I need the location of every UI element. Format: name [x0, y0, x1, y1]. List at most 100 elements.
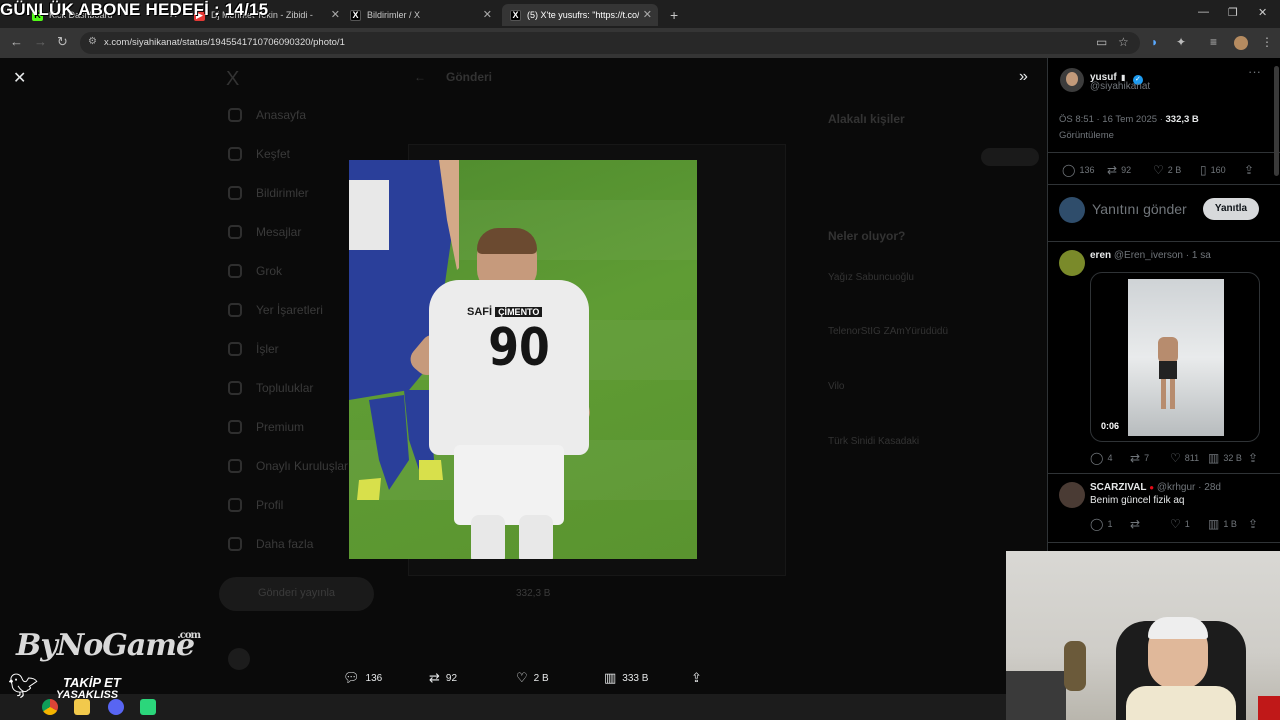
x-logo-icon: X — [350, 9, 361, 21]
close-photo-icon[interactable]: ✕ — [13, 68, 26, 88]
reply-stat-views[interactable]: ▥ 32 B — [1208, 451, 1242, 465]
reply-stat-reposts[interactable]: ⇄ 7 — [1130, 451, 1149, 465]
handle-overlay: YASAKLISS — [56, 689, 119, 701]
file-explorer-icon[interactable] — [74, 699, 90, 715]
bg-back-icon: ← — [414, 70, 426, 84]
post-photo[interactable]: SAFİ ÇİMENTO 90 — [349, 160, 697, 559]
bg-nav-home: Anasayfa — [228, 108, 306, 122]
reply-icon: ◯ — [1062, 163, 1076, 177]
panel-like-stat[interactable]: ♡ 2 B — [1153, 163, 1181, 177]
bg-follow-button — [981, 148, 1039, 166]
close-icon[interactable]: ✕ — [483, 8, 492, 21]
reply-stat-reposts[interactable]: ⇄ — [1130, 517, 1144, 531]
lightning-icon — [228, 459, 242, 473]
reload-icon[interactable]: ↻ — [57, 34, 68, 50]
panel-reply-stat[interactable]: ◯ 136 — [1062, 163, 1094, 177]
start-icon[interactable] — [10, 699, 26, 715]
app-icon[interactable] — [140, 699, 156, 715]
bar-chart-icon: ▥ — [1208, 517, 1220, 531]
menu-icon[interactable]: ⋮ — [1261, 35, 1273, 49]
bg-nav-more: Daha fazla — [228, 537, 313, 551]
bg-right-title: Alakalı kişiler — [828, 112, 905, 126]
more-options-icon[interactable]: ··· — [1248, 64, 1261, 79]
extension-audio-icon[interactable]: ◗ — [1151, 35, 1158, 49]
bookmark-icon: ▯ — [1200, 163, 1207, 177]
url-field[interactable]: ⚙ x.com/siyahikanat/status/1945541710706… — [80, 32, 1140, 54]
reply-stat-likes[interactable]: ♡ 1 — [1170, 517, 1190, 531]
tab-current-post[interactable]: X (5) X'te yusufrs: "https://t.co/... ✕ — [502, 4, 658, 26]
panel-bookmark-stat[interactable]: ▯ 160 — [1200, 163, 1226, 177]
reply-input[interactable]: Yanıtını gönder — [1092, 201, 1187, 217]
reply-avatar[interactable] — [1059, 482, 1085, 508]
follow-overlay: TAKİP ET — [63, 675, 121, 690]
tab-notifications[interactable]: X Bildirimler / X ✕ — [342, 4, 498, 26]
bookmark-star-icon[interactable]: ☆ — [1118, 35, 1129, 49]
reply-stat-views[interactable]: ▥ 1 B — [1208, 517, 1237, 531]
views-button[interactable]: ▥ 333 B — [604, 670, 648, 686]
search-icon — [228, 147, 242, 161]
like-button[interactable]: ♡ 2 B — [516, 670, 549, 686]
window-close-icon[interactable]: ✕ — [1258, 6, 1267, 19]
divider — [1048, 542, 1280, 543]
reply-video[interactable]: 0:06 — [1090, 272, 1260, 442]
reply-icon: ◯ — [1090, 451, 1104, 465]
bell-icon — [228, 186, 242, 200]
close-icon[interactable]: ✕ — [331, 8, 340, 21]
repost-button[interactable]: ⇄ 92 — [429, 670, 457, 686]
heart-icon: ♡ — [1153, 163, 1164, 177]
reply-share-button[interactable]: ⇪ — [1248, 451, 1262, 465]
home-icon — [228, 108, 242, 122]
cast-icon[interactable]: ▭ — [1096, 35, 1107, 49]
reply-avatar[interactable] — [1059, 250, 1085, 276]
reply-stat-likes[interactable]: ♡ 811 — [1170, 451, 1199, 465]
close-icon[interactable]: ✕ — [643, 8, 652, 21]
post-timestamp: ÖS 8:51 · 16 Tem 2025 · 332,3 B — [1059, 114, 1199, 125]
author-handle[interactable]: @siyahikanat — [1090, 81, 1150, 92]
people-icon — [228, 381, 242, 395]
video-duration: 0:06 — [1101, 421, 1120, 431]
couch-shape — [1006, 671, 1066, 720]
reply-text: Benim güncel fizik aq — [1090, 495, 1185, 506]
discord-icon[interactable] — [108, 699, 124, 715]
panel-share-button[interactable]: ⇪ — [1244, 163, 1258, 177]
share-icon: ⇪ — [1244, 163, 1255, 177]
chrome-icon[interactable] — [42, 699, 58, 715]
share-icon: ⇪ — [1248, 451, 1259, 465]
reply-header: eren @Eren_iverson · 1 sa — [1090, 250, 1211, 261]
bg-nav-profile: Profil — [228, 498, 283, 512]
bg-trend: TelenorStIG ZAmYürüdüdü — [828, 326, 949, 337]
panel-repost-stat[interactable]: ⇄ 92 — [1107, 163, 1131, 177]
my-avatar — [1059, 197, 1085, 223]
twitter-bird-icon: 🐦︎ — [8, 673, 39, 700]
new-tab-button[interactable]: + — [662, 4, 682, 26]
brand-watermark: ByNoGame .com — [16, 628, 201, 663]
reply-submit-button[interactable]: Yanıtla — [1203, 198, 1259, 220]
share-button[interactable]: ⇪ — [691, 670, 708, 686]
bg-nav-premium: Premium — [228, 420, 304, 434]
heart-icon: ♡ — [516, 670, 528, 685]
bg-right-section: Neler oluyor? — [828, 229, 906, 243]
profile-avatar[interactable] — [1234, 36, 1248, 50]
grok-icon — [228, 264, 242, 278]
minimize-icon[interactable]: — — [1198, 6, 1209, 18]
collapse-panel-icon[interactable]: » — [1019, 68, 1028, 86]
back-icon[interactable]: ← — [10, 34, 23, 49]
extensions-icon[interactable]: ✦ — [1176, 35, 1186, 49]
x-logo-icon — [228, 420, 242, 434]
site-info-icon[interactable]: ⚙ — [88, 36, 97, 47]
reply-share-button[interactable]: ⇪ — [1248, 517, 1262, 531]
bg-nav-communities: Topluluklar — [228, 381, 313, 395]
reply-button[interactable]: 💬︎ 136 — [343, 670, 382, 686]
restore-icon[interactable]: ❐ — [1228, 6, 1238, 19]
reply-stat-replies[interactable]: ◯ 1 — [1090, 517, 1112, 531]
author-avatar[interactable] — [1060, 68, 1084, 92]
bg-trend: Yağız Sabuncuoğlu — [828, 272, 914, 283]
streamer-hair — [1148, 617, 1208, 639]
forward-icon[interactable]: → — [34, 34, 47, 49]
reading-list-icon[interactable]: ≡ — [1210, 35, 1217, 49]
red-object — [1258, 696, 1280, 720]
bg-nav-grok: Grok — [228, 264, 282, 278]
repost-icon: ⇄ — [1130, 517, 1141, 531]
panel-scrollbar[interactable] — [1274, 66, 1279, 176]
reply-stat-replies[interactable]: ◯ 4 — [1090, 451, 1112, 465]
